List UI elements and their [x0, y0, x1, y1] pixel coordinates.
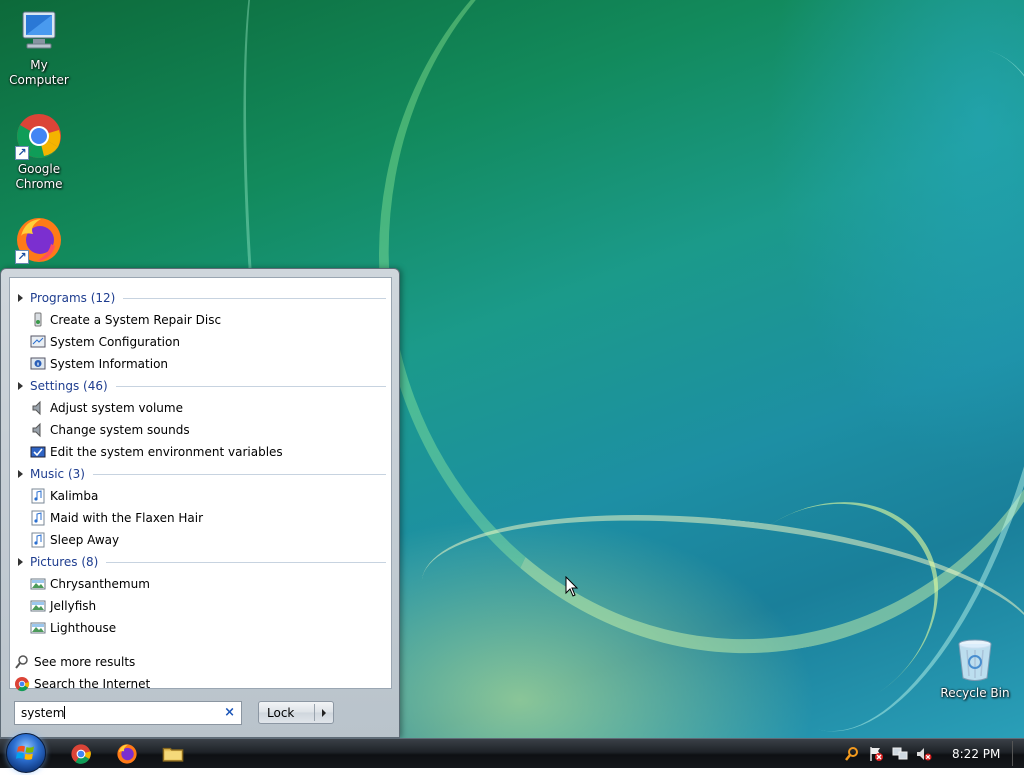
picture-file-icon — [30, 600, 46, 612]
category-divider — [92, 473, 386, 475]
taskbar: 8:22 PM — [0, 733, 1024, 773]
result-label: Jellyfish — [50, 599, 97, 613]
search-the-internet-label: Search the Internet — [34, 677, 151, 691]
google-chrome-desktop-icon[interactable]: ↗ Google Chrome — [1, 112, 77, 192]
result-chrysanthemum[interactable]: Chrysanthemum — [30, 574, 380, 594]
result-label: Chrysanthemum — [50, 577, 150, 591]
my-computer-desktop-icon[interactable]: My Computer — [1, 8, 77, 88]
volume-muted-icon[interactable] — [916, 746, 932, 762]
result-kalimba[interactable]: Kalimba — [30, 486, 380, 506]
result-change-system-sounds[interactable]: Change system sounds — [30, 420, 380, 440]
system-tray: 8:22 PM — [840, 739, 1024, 769]
category-divider — [106, 561, 386, 563]
recycle-bin-label: Recycle Bin — [940, 686, 1010, 700]
result-system-information[interactable]: System Information — [30, 354, 380, 374]
result-lighthouse[interactable]: Lighthouse — [30, 618, 380, 638]
system-configuration-icon — [30, 335, 46, 348]
clear-search-icon[interactable]: × — [224, 705, 235, 720]
expand-arrow-icon — [18, 294, 23, 302]
category-pictures-label: Pictures (8) — [30, 555, 99, 569]
speaker-icon — [32, 422, 41, 438]
see-more-results-label: See more results — [34, 655, 136, 669]
category-programs-label: Programs (12) — [30, 291, 116, 305]
taskbar-clock[interactable]: 8:22 PM — [952, 747, 1000, 761]
category-music[interactable]: Music (3) — [18, 465, 386, 483]
search-input-value: system — [21, 706, 65, 720]
chrome-icon: ↗ — [15, 112, 63, 160]
music-file-icon — [31, 488, 45, 504]
result-jellyfish[interactable]: Jellyfish — [30, 596, 380, 616]
result-label: Sleep Away — [50, 533, 120, 547]
result-label: Maid with the Flaxen Hair — [50, 511, 204, 525]
result-label: System Information — [50, 357, 169, 371]
network-icon[interactable] — [892, 746, 908, 762]
recycle-bin-icon — [951, 636, 999, 684]
shutdown-options-arrow-icon[interactable] — [322, 709, 326, 717]
system-properties-icon — [30, 446, 46, 458]
start-menu: Programs (12) Create a System Repair Dis… — [0, 268, 400, 738]
expand-arrow-icon — [18, 382, 23, 390]
start-button[interactable] — [6, 733, 46, 773]
music-file-icon — [31, 532, 45, 548]
start-search-input[interactable]: system × — [14, 701, 242, 725]
expand-arrow-icon — [18, 470, 23, 478]
chrome-icon — [71, 744, 91, 764]
category-settings-label: Settings (46) — [30, 379, 108, 393]
search-icon[interactable] — [844, 746, 860, 762]
firefox-desktop-icon[interactable]: ↗ — [1, 216, 77, 266]
search-results-pane: Programs (12) Create a System Repair Dis… — [9, 277, 392, 692]
speaker-icon — [32, 400, 41, 416]
chrome-icon — [15, 677, 30, 692]
category-music-label: Music (3) — [30, 467, 85, 481]
text-caret — [64, 706, 66, 719]
lock-button-label: Lock — [267, 706, 295, 720]
category-settings[interactable]: Settings (46) — [18, 377, 386, 395]
result-edit-environment-variables[interactable]: Edit the system environment variables — [30, 442, 380, 462]
see-more-results-link[interactable]: See more results — [14, 652, 135, 672]
category-divider — [115, 385, 386, 387]
show-desktop-button[interactable] — [1012, 741, 1023, 766]
shortcut-arrow-icon: ↗ — [15, 146, 29, 160]
picture-file-icon — [30, 622, 46, 634]
result-create-system-repair-disc[interactable]: Create a System Repair Disc — [30, 310, 380, 330]
google-chrome-label: Google Chrome — [15, 162, 63, 191]
result-system-configuration[interactable]: System Configuration — [30, 332, 380, 352]
category-divider — [123, 297, 386, 299]
result-adjust-system-volume[interactable]: Adjust system volume — [30, 398, 380, 418]
shortcut-arrow-icon: ↗ — [15, 250, 29, 264]
taskbar-firefox-button[interactable] — [116, 743, 138, 765]
search-icon — [15, 655, 28, 669]
result-label: Change system sounds — [50, 423, 190, 437]
repair-disc-icon — [34, 312, 42, 327]
windows-logo-icon — [16, 745, 34, 760]
result-label: Edit the system environment variables — [50, 445, 283, 459]
result-label: Lighthouse — [50, 621, 117, 635]
firefox-icon — [117, 744, 137, 764]
music-file-icon — [31, 510, 45, 526]
category-pictures[interactable]: Pictures (8) — [18, 553, 386, 571]
firefox-icon: ↗ — [15, 216, 63, 264]
result-sleep-away[interactable]: Sleep Away — [30, 530, 380, 550]
taskbar-explorer-button[interactable] — [162, 743, 184, 765]
result-maid-with-the-flaxen-hair[interactable]: Maid with the Flaxen Hair — [30, 508, 380, 528]
recycle-bin-desktop-icon[interactable]: Recycle Bin — [937, 636, 1013, 701]
my-computer-label: My Computer — [9, 58, 69, 87]
expand-arrow-icon — [18, 558, 23, 566]
result-label: Kalimba — [50, 489, 99, 503]
search-the-internet-link[interactable]: Search the Internet — [14, 674, 150, 694]
lock-button[interactable]: Lock — [258, 701, 334, 724]
result-label: System Configuration — [50, 335, 180, 349]
folder-icon — [162, 747, 184, 762]
picture-file-icon — [30, 578, 46, 590]
mouse-cursor-icon — [565, 576, 579, 597]
system-information-icon — [30, 357, 46, 370]
result-label: Adjust system volume — [50, 401, 183, 415]
category-programs[interactable]: Programs (12) — [18, 289, 386, 307]
action-center-warning-icon[interactable] — [868, 746, 884, 762]
lock-button-divider — [314, 704, 315, 721]
result-label: Create a System Repair Disc — [50, 313, 222, 327]
computer-icon — [15, 8, 63, 56]
taskbar-chrome-button[interactable] — [70, 743, 92, 765]
